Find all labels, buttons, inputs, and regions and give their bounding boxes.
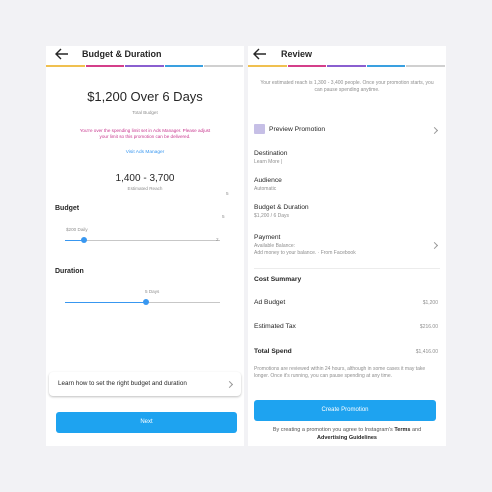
total-budget-label: Total Budget xyxy=(132,110,158,115)
side-marker: 5 xyxy=(222,214,225,219)
budget-value-label: $200 Daily xyxy=(66,227,88,232)
estimated-reach-value: 1,400 - 3,700 xyxy=(115,173,175,184)
stripe-segment xyxy=(327,65,366,67)
destination-value: Learn More | xyxy=(254,159,283,165)
stripe-segment xyxy=(248,65,287,67)
budget-slider-track[interactable] xyxy=(65,240,220,241)
duration-slider-fill xyxy=(65,302,146,303)
visit-ads-manager-link[interactable]: Visit Ads Manager xyxy=(46,150,244,155)
stripe-segment xyxy=(46,65,85,67)
payment-balance: Available Balance: xyxy=(254,243,296,249)
review-note: Promotions are reviewed within 24 hours,… xyxy=(254,366,426,379)
next-button[interactable]: Next xyxy=(56,412,237,433)
budget-end-marker: 2 xyxy=(216,237,219,242)
progress-stripe xyxy=(248,65,446,67)
learn-budget-tips-label: Learn how to set the right budget and du… xyxy=(58,380,187,387)
destination-label: Destination xyxy=(254,150,288,157)
page-title: Review xyxy=(281,49,313,59)
estimated-tax-value: $216.00 xyxy=(419,324,438,330)
audience-label: Audience xyxy=(254,177,282,184)
budget-slider-handle[interactable] xyxy=(80,237,87,243)
budget-duration-label: Budget & Duration xyxy=(254,204,309,211)
budget-heading: Budget xyxy=(55,205,80,212)
total-spend-value: $1,416.00 xyxy=(415,349,438,355)
estimated-reach-text: Your estimated reach is 1,300 - 3,400 pe… xyxy=(260,80,434,93)
stripe-segment xyxy=(85,65,125,67)
stripe-segment xyxy=(366,65,406,67)
header: Budget & Duration xyxy=(46,46,244,64)
stripe-segment xyxy=(164,65,204,67)
create-promotion-button[interactable]: Create Promotion xyxy=(254,400,436,421)
chevron-right-icon xyxy=(430,126,439,135)
estimated-reach-label: Estimated Reach xyxy=(127,186,163,191)
terms-footer: By creating a promotion you agree to Ins… xyxy=(254,427,440,442)
terms-and: and xyxy=(411,427,422,433)
ad-budget-value: $1,200 xyxy=(422,300,438,306)
duration-slider-handle[interactable] xyxy=(142,299,149,305)
terms-prefix: By creating a promotion you agree to Ins… xyxy=(272,427,393,433)
header: Review xyxy=(248,46,446,64)
stripe-segment xyxy=(125,65,164,67)
terms-link[interactable]: Terms xyxy=(394,427,410,433)
budget-headline: $1,200 Over 6 Days xyxy=(87,89,203,104)
stripe-segment xyxy=(204,65,243,67)
review-screen: Review Your estimated reach is 1,300 - 3… xyxy=(248,46,446,446)
promotion-thumbnail-icon xyxy=(254,124,265,134)
chevron-right-icon xyxy=(430,241,439,250)
payment-label: Payment xyxy=(254,234,281,241)
duration-heading: Duration xyxy=(55,268,84,275)
estimated-tax-label: Estimated Tax xyxy=(254,323,296,330)
total-spend-label: Total Spend xyxy=(254,348,292,355)
stripe-segment xyxy=(287,65,327,67)
divider xyxy=(254,268,440,269)
chevron-right-icon xyxy=(225,380,234,389)
duration-value-label: 5 Days xyxy=(145,289,160,294)
progress-stripe xyxy=(46,65,244,67)
spending-limit-warning: You're over the spending limit set in Ad… xyxy=(79,128,211,139)
page-title: Budget & Duration xyxy=(82,49,162,59)
cost-summary-heading: Cost Summary xyxy=(254,276,302,283)
side-marker: 5 xyxy=(226,191,229,196)
preview-promotion-label: Preview Promotion xyxy=(269,126,326,133)
budget-duration-screen: Budget & Duration $1,200 Over 6 Days Tot… xyxy=(46,46,244,446)
advertising-guidelines-link[interactable]: Advertising Guidelines xyxy=(317,435,377,441)
payment-add-money: Add money to your balance. · From Facebo… xyxy=(254,250,356,256)
audience-value: Automatic xyxy=(254,186,277,192)
stripe-segment xyxy=(406,65,445,67)
learn-budget-tips-row[interactable]: Learn how to set the right budget and du… xyxy=(49,372,241,396)
back-arrow-icon[interactable] xyxy=(55,48,69,60)
ad-budget-label: Ad Budget xyxy=(254,299,286,306)
back-arrow-icon[interactable] xyxy=(253,48,267,60)
budget-duration-value: $1,200 / 6 Days xyxy=(254,213,290,219)
